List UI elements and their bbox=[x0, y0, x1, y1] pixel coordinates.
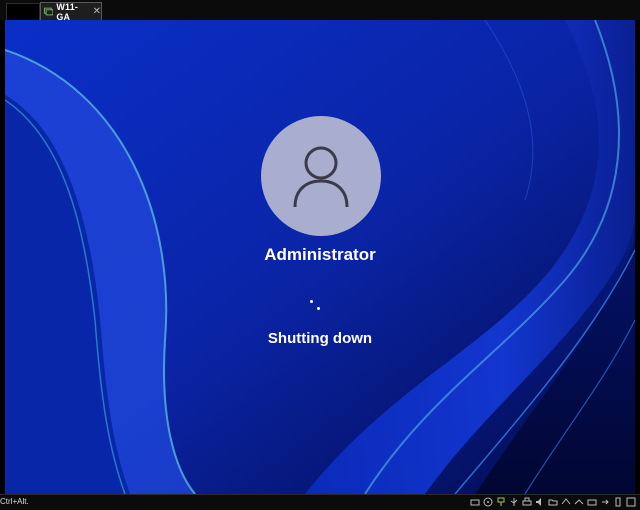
status-bar: Ctrl+Alt. bbox=[0, 494, 640, 510]
monitor-icon[interactable] bbox=[613, 497, 623, 507]
hotkey-hint: Ctrl+Alt. bbox=[0, 497, 29, 506]
spinner-dot bbox=[310, 300, 313, 303]
user-icon bbox=[293, 146, 349, 208]
username: Administrator bbox=[264, 245, 376, 264]
spinner-dot bbox=[317, 307, 320, 310]
hard-disk-icon[interactable] bbox=[470, 497, 480, 507]
vm-icon bbox=[44, 7, 54, 16]
display-icon[interactable] bbox=[561, 497, 571, 507]
shared-folder-icon[interactable] bbox=[548, 497, 558, 507]
printer-icon[interactable] bbox=[522, 497, 532, 507]
frame-right bbox=[635, 20, 640, 494]
tab-w11-ga[interactable]: W11-GA ✕ bbox=[40, 1, 102, 22]
loading-spinner bbox=[305, 298, 329, 314]
fullscreen-icon[interactable] bbox=[626, 497, 636, 507]
vm-display[interactable]: Administrator Shutting down bbox=[5, 20, 635, 494]
status-text: Shutting down bbox=[267, 330, 373, 347]
close-icon[interactable]: ✕ bbox=[93, 6, 101, 17]
network-icon[interactable] bbox=[496, 497, 506, 507]
avatar bbox=[261, 116, 381, 236]
tab-bar: W11-GA ✕ bbox=[0, 0, 640, 22]
usb-icon[interactable] bbox=[509, 497, 519, 507]
sound-icon[interactable] bbox=[535, 497, 545, 507]
camera-icon[interactable] bbox=[587, 497, 597, 507]
cd-icon[interactable] bbox=[483, 497, 493, 507]
capture-icon[interactable] bbox=[574, 497, 584, 507]
device-tray bbox=[470, 497, 636, 507]
arrow-icon[interactable] bbox=[600, 497, 610, 507]
tab-blank[interactable] bbox=[6, 3, 40, 20]
tab-label: W11-GA bbox=[56, 1, 79, 22]
